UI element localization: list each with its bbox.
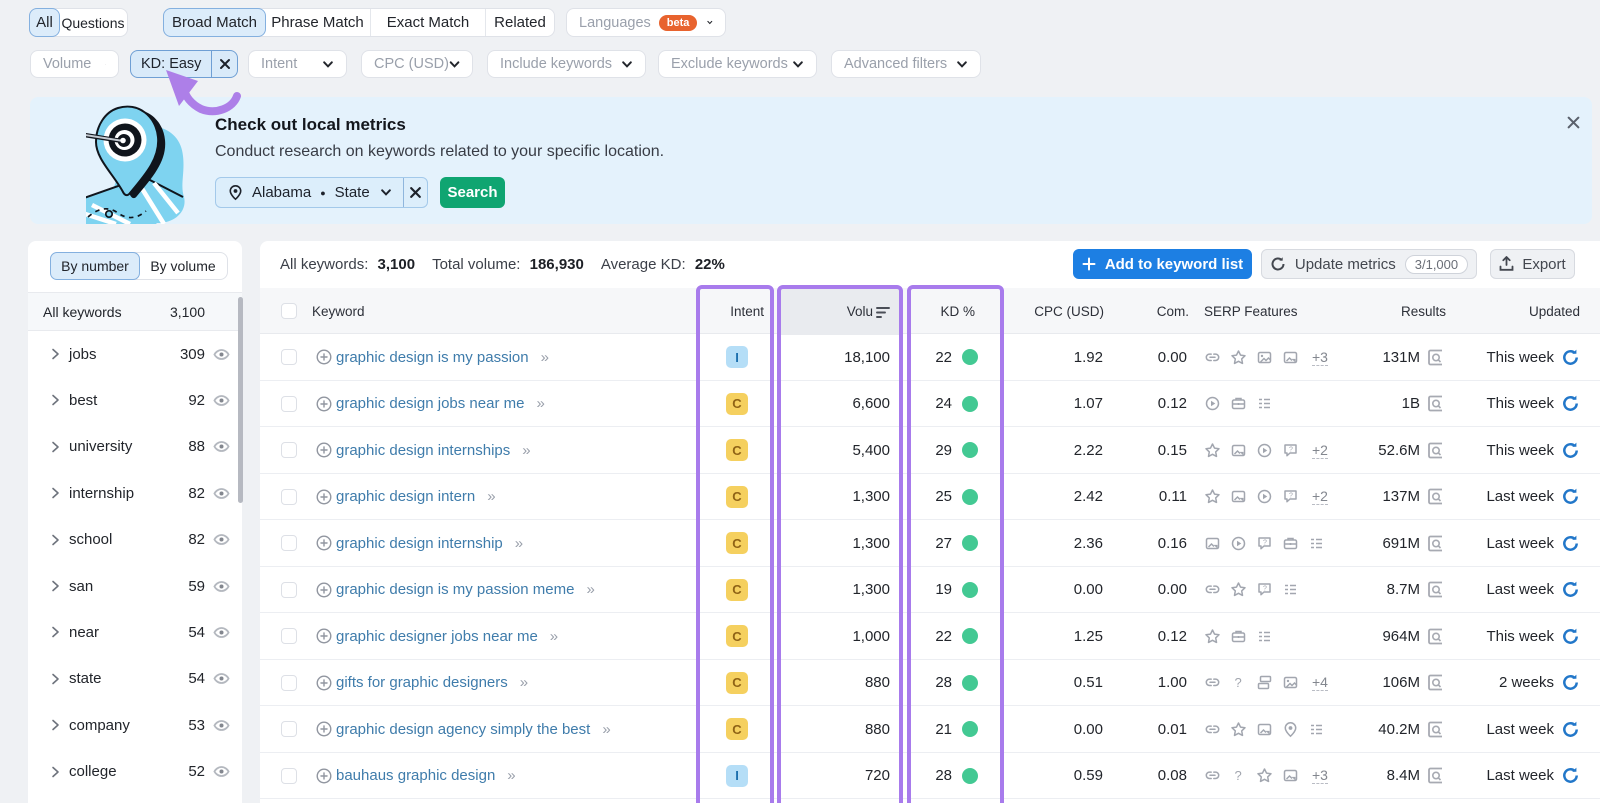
svg-text:?: ? — [1263, 586, 1267, 593]
svg-text:?: ? — [1263, 539, 1267, 546]
svg-text:?: ? — [1235, 768, 1242, 783]
svg-text:?: ? — [1235, 675, 1242, 690]
